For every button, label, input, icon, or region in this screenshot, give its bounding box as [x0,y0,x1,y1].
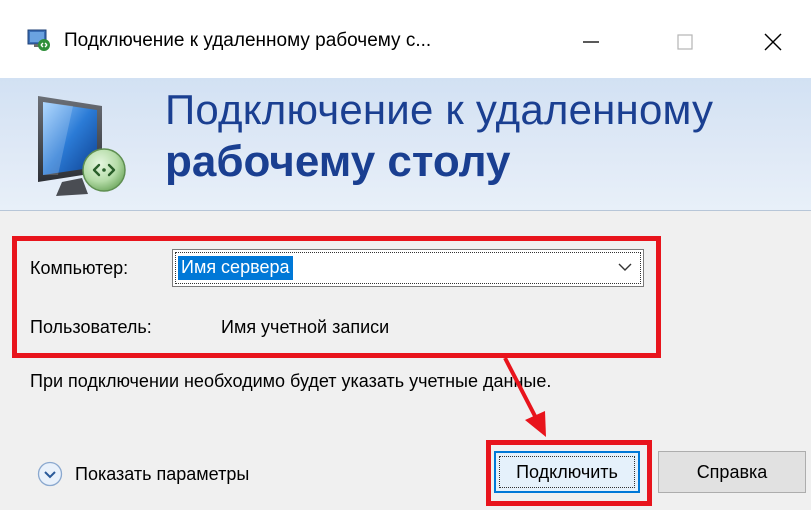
banner-title-line2: рабочему столу [165,137,511,186]
window-title: Подключение к удаленному рабочему с... [64,30,432,51]
maximize-icon [677,34,693,50]
minimize-button[interactable] [560,16,622,68]
close-icon [764,33,782,51]
title-bar[interactable]: Подключение к удаленному рабочему с... [0,0,811,78]
help-button-label: Справка [696,461,768,482]
show-options-toggle[interactable]: Показать параметры [37,461,249,487]
header-banner: Подключение к удаленному рабочему столу [0,78,811,211]
rdp-window: Подключение к удаленному рабочему с... П… [0,0,811,510]
annotation-box-form [12,236,661,358]
help-button[interactable]: Справка [658,451,806,493]
banner-title-line1: Подключение к удаленному [165,86,714,133]
remote-desktop-monitor-icon [38,96,126,196]
remote-desktop-app-icon [27,29,50,51]
minimize-icon [583,41,599,43]
show-options-label[interactable]: Показать параметры [75,464,249,485]
expand-options-icon[interactable] [37,461,63,487]
maximize-button[interactable] [654,16,716,68]
close-button[interactable] [742,16,804,68]
credentials-info-text: При подключении необходимо будет указать… [30,371,552,391]
annotation-box-connect [486,440,652,506]
